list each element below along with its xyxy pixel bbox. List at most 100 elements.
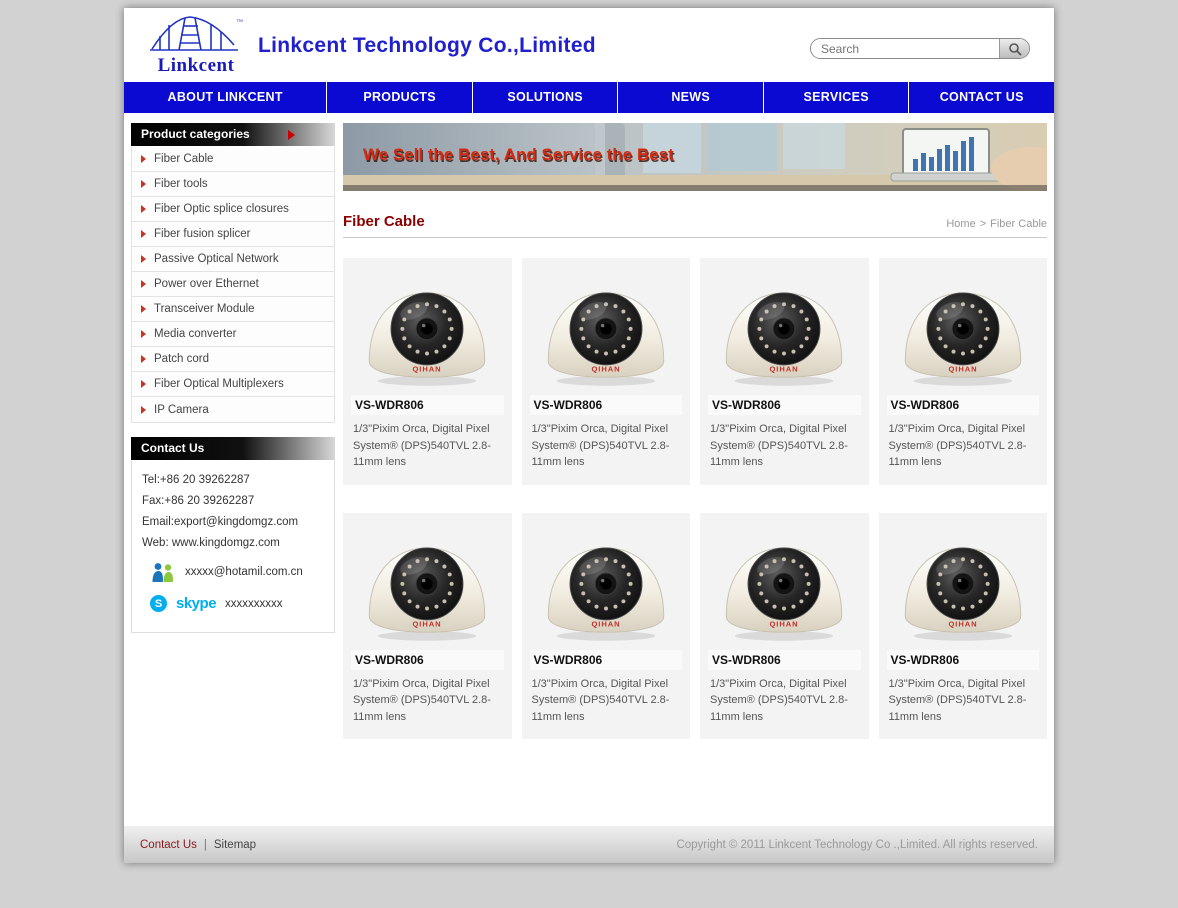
dome-camera-image: QIHAN [713, 519, 855, 645]
product-card[interactable]: QIHAN VS-WDR806 1/3"Pixim Orca, Digital … [343, 258, 512, 485]
category-label: IP Camera [154, 404, 209, 416]
category-label: Power over Ethernet [154, 278, 259, 290]
category-label: Fiber Cable [154, 153, 213, 165]
chevron-right-icon [141, 305, 146, 313]
copyright-text: Copyright © 2011 Linkcent Technology Co … [676, 839, 1038, 851]
chevron-right-icon [141, 280, 146, 288]
product-description: 1/3"Pixim Orca, Digital Pixel System® (D… [708, 676, 861, 726]
sidebar-item-passive-optical-network[interactable]: Passive Optical Network [132, 247, 334, 272]
nav-item-contact-us[interactable]: CONTACT US [909, 82, 1054, 113]
product-description: 1/3"Pixim Orca, Digital Pixel System® (D… [708, 421, 861, 471]
product-name[interactable]: VS-WDR806 [530, 650, 683, 670]
sidebar-item-media-converter[interactable]: Media converter [132, 322, 334, 347]
product-image[interactable]: QIHAN [351, 519, 504, 648]
contact-tel: Tel:+86 20 39262287 [142, 474, 324, 486]
content-area: Product categories Fiber CableFiber tool… [124, 113, 1054, 825]
category-label: Transceiver Module [154, 303, 255, 315]
footer-separator: | [204, 839, 207, 851]
product-name[interactable]: VS-WDR806 [887, 650, 1040, 670]
product-description: 1/3"Pixim Orca, Digital Pixel System® (D… [351, 676, 504, 726]
product-description: 1/3"Pixim Orca, Digital Pixel System® (D… [530, 421, 683, 471]
footer-link-sitemap[interactable]: Sitemap [214, 839, 256, 851]
company-name: Linkcent Technology Co.,Limited [258, 34, 596, 58]
product-name[interactable]: VS-WDR806 [708, 395, 861, 415]
product-image[interactable]: QIHAN [530, 519, 683, 648]
sidebar-item-patch-cord[interactable]: Patch cord [132, 347, 334, 372]
dome-camera-image: QIHAN [535, 264, 677, 390]
title-row: Fiber Cable Home > Fiber Cable [343, 213, 1047, 238]
sidebar-item-fiber-optic-splice-closures[interactable]: Fiber Optic splice closures [132, 197, 334, 222]
product-name[interactable]: VS-WDR806 [530, 395, 683, 415]
dome-camera-image: QIHAN [892, 519, 1034, 645]
dome-camera-image: QIHAN [892, 264, 1034, 390]
skype-id[interactable]: xxxxxxxxxx [225, 598, 283, 610]
search-button[interactable] [999, 39, 1029, 58]
product-card[interactable]: QIHAN VS-WDR806 1/3"Pixim Orca, Digital … [522, 258, 691, 485]
search-input[interactable] [811, 39, 999, 58]
product-card[interactable]: QIHAN VS-WDR806 1/3"Pixim Orca, Digital … [879, 513, 1048, 740]
product-name[interactable]: VS-WDR806 [351, 395, 504, 415]
product-image[interactable]: QIHAN [887, 519, 1040, 648]
breadcrumb-separator: > [980, 218, 986, 230]
camera-brand-text: QIHAN [948, 364, 977, 373]
product-image[interactable]: QIHAN [708, 264, 861, 393]
nav-item-services[interactable]: SERVICES [764, 82, 910, 113]
product-name[interactable]: VS-WDR806 [887, 395, 1040, 415]
product-name[interactable]: VS-WDR806 [708, 650, 861, 670]
contact-web[interactable]: Web: www.kingdomgz.com [142, 537, 324, 549]
product-name[interactable]: VS-WDR806 [351, 650, 504, 670]
product-grid: QIHAN VS-WDR806 1/3"Pixim Orca, Digital … [343, 258, 1047, 739]
nav-item-news[interactable]: NEWS [618, 82, 764, 113]
product-image[interactable]: QIHAN [887, 264, 1040, 393]
main-column: We Sell the Best, And Service the Best F… [343, 123, 1047, 767]
contact-us-title: Contact Us [141, 441, 204, 455]
product-image[interactable]: QIHAN [530, 264, 683, 393]
camera-brand-text: QIHAN [770, 619, 799, 628]
msn-address[interactable]: xxxxx@hotamil.com.cn [185, 566, 303, 578]
sidebar-item-fiber-optical-multiplexers[interactable]: Fiber Optical Multiplexers [132, 372, 334, 397]
product-card[interactable]: QIHAN VS-WDR806 1/3"Pixim Orca, Digital … [700, 513, 869, 740]
nav-item-solutions[interactable]: SOLUTIONS [473, 82, 619, 113]
nav-item-products[interactable]: PRODUCTS [327, 82, 473, 113]
camera-brand-text: QIHAN [770, 364, 799, 373]
skype-wordmark: skype [176, 595, 216, 612]
contact-box: Tel:+86 20 39262287 Fax:+86 20 39262287 … [131, 461, 335, 633]
sidebar-item-ip-camera[interactable]: IP Camera [132, 397, 334, 422]
chevron-right-icon [141, 406, 146, 414]
product-row: QIHAN VS-WDR806 1/3"Pixim Orca, Digital … [343, 258, 1047, 485]
nav-item-about-linkcent[interactable]: ABOUT LINKCENT [124, 82, 327, 113]
chevron-right-icon [141, 155, 146, 163]
product-description: 1/3"Pixim Orca, Digital Pixel System® (D… [530, 676, 683, 726]
contact-email[interactable]: Email:export@kingdomgz.com [142, 516, 324, 528]
sidebar-item-fiber-tools[interactable]: Fiber tools [132, 172, 334, 197]
footer-links: Contact Us | Sitemap [140, 839, 256, 851]
product-image[interactable]: QIHAN [351, 264, 504, 393]
msn-row: xxxxx@hotamil.com.cn [150, 561, 324, 583]
category-label: Fiber tools [154, 178, 208, 190]
logo-text: Linkcent [136, 55, 256, 77]
sidebar-item-fiber-fusion-splicer[interactable]: Fiber fusion splicer [132, 222, 334, 247]
breadcrumb: Home > Fiber Cable [946, 218, 1047, 230]
company-logo[interactable]: ™ Linkcent [136, 12, 256, 77]
product-card[interactable]: QIHAN VS-WDR806 1/3"Pixim Orca, Digital … [700, 258, 869, 485]
breadcrumb-current: Fiber Cable [990, 218, 1047, 230]
sidebar-item-fiber-cable[interactable]: Fiber Cable [132, 147, 334, 172]
search-bar [810, 38, 1030, 59]
product-image[interactable]: QIHAN [708, 519, 861, 648]
product-card[interactable]: QIHAN VS-WDR806 1/3"Pixim Orca, Digital … [343, 513, 512, 740]
camera-brand-text: QIHAN [413, 364, 442, 373]
site-header: ™ Linkcent Linkcent Technology Co.,Limit… [124, 8, 1054, 82]
footer-link-contact-us[interactable]: Contact Us [140, 839, 197, 851]
breadcrumb-home-link[interactable]: Home [946, 218, 975, 230]
sidebar-item-transceiver-module[interactable]: Transceiver Module [132, 297, 334, 322]
category-label: Fiber Optical Multiplexers [154, 378, 284, 390]
product-card[interactable]: QIHAN VS-WDR806 1/3"Pixim Orca, Digital … [522, 513, 691, 740]
product-card[interactable]: QIHAN VS-WDR806 1/3"Pixim Orca, Digital … [879, 258, 1048, 485]
product-row: QIHAN VS-WDR806 1/3"Pixim Orca, Digital … [343, 513, 1047, 740]
dome-camera-image: QIHAN [356, 519, 498, 645]
svg-text:™: ™ [236, 19, 243, 26]
chevron-right-icon [141, 255, 146, 263]
magnifier-icon [1008, 42, 1022, 56]
sidebar-item-power-over-ethernet[interactable]: Power over Ethernet [132, 272, 334, 297]
product-description: 1/3"Pixim Orca, Digital Pixel System® (D… [351, 421, 504, 471]
